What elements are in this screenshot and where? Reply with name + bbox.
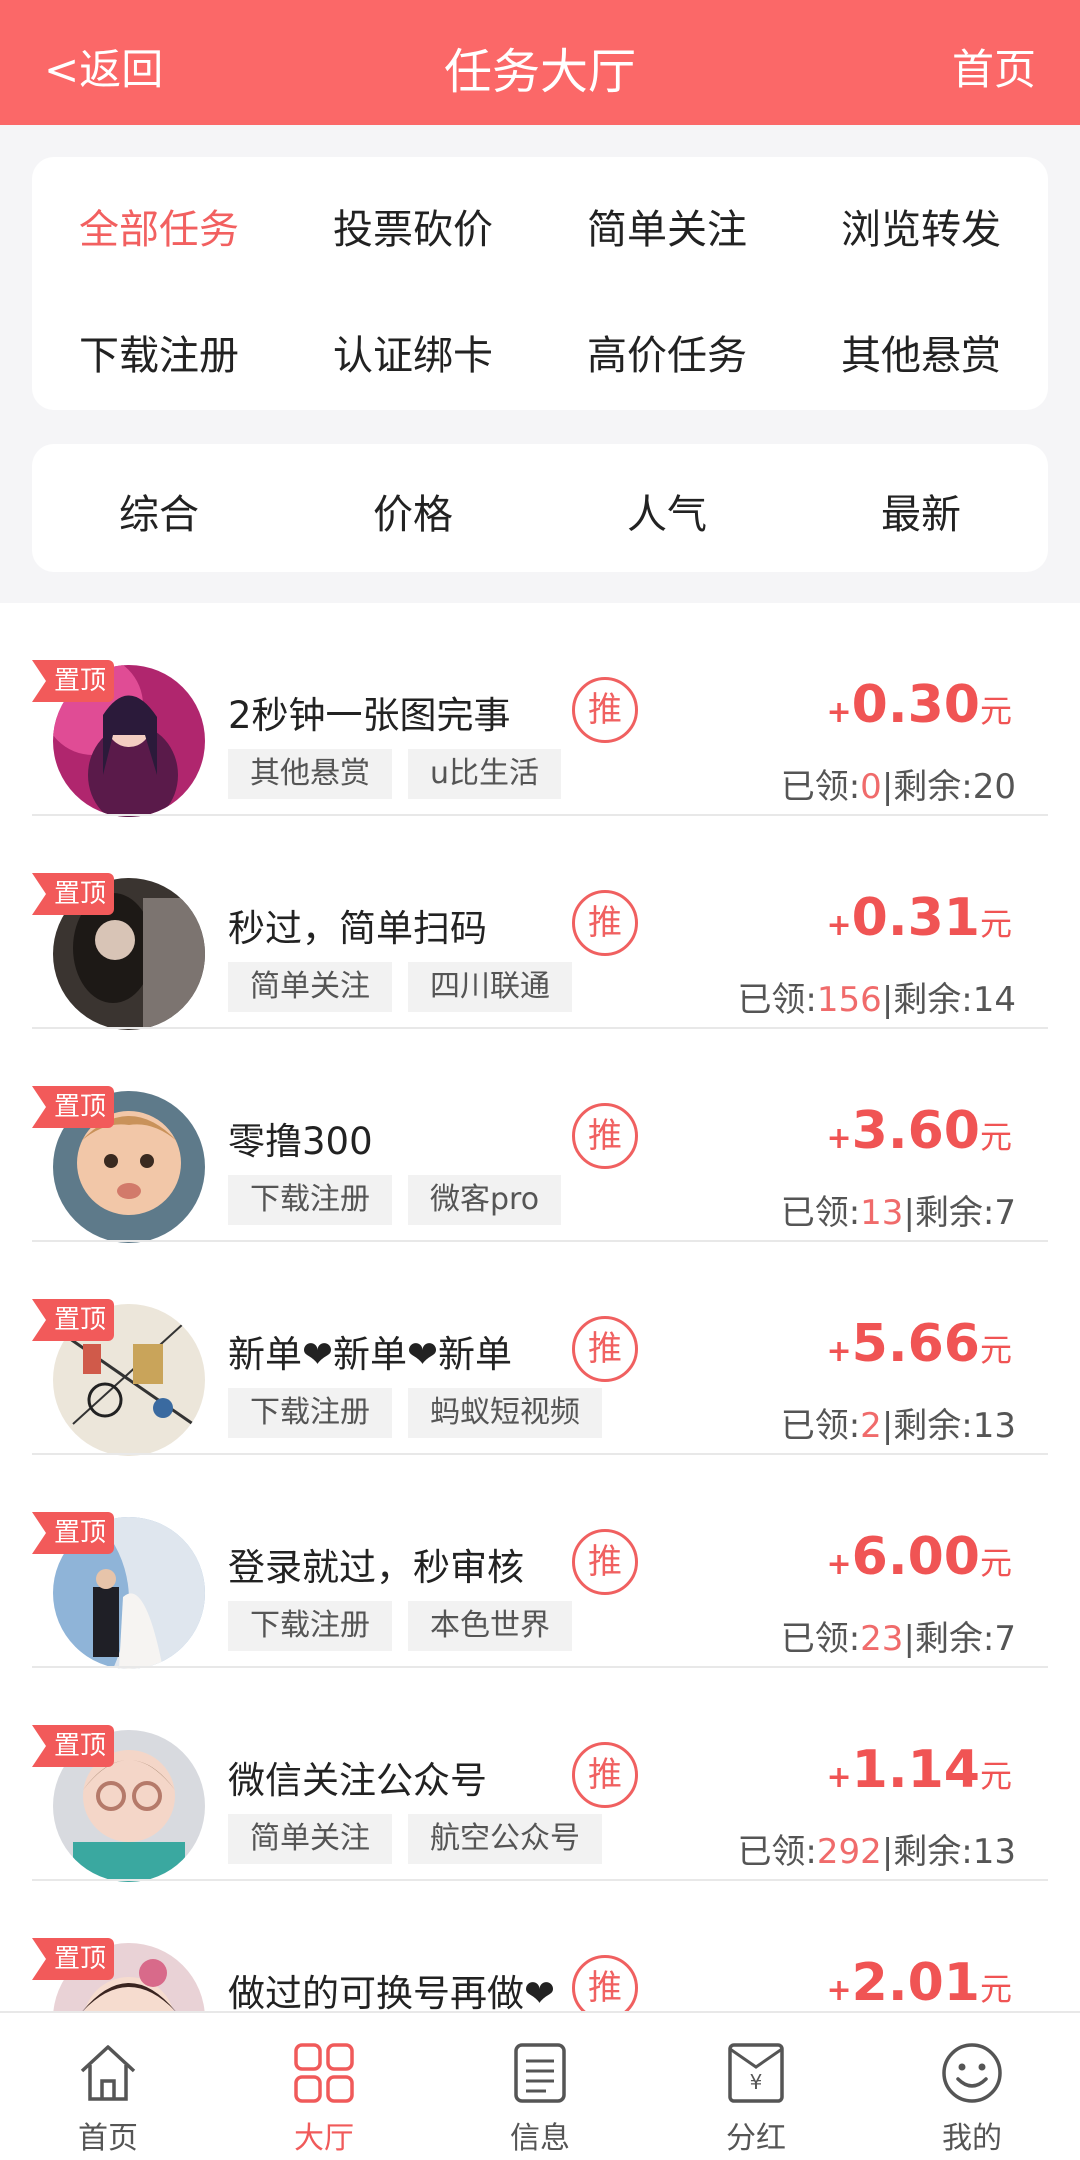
tab-label: 大厅 — [294, 2121, 354, 2156]
pinned-badge: 置顶 — [32, 1938, 115, 1980]
sort-price[interactable]: 价格 — [286, 482, 540, 540]
task-title: 2秒钟一张图完事 — [228, 694, 511, 737]
task-category-tag: 简单关注 — [228, 962, 392, 1012]
category-vote-bargain[interactable]: 投票砍价 — [286, 197, 540, 255]
task-title: 零撸300 — [228, 1120, 373, 1163]
task-item[interactable]: 置顶 秒过，简单扫码 简单关注 四川联通 推 +0.31元 已领:156|剩余:… — [0, 816, 1080, 1030]
recommend-badge: 推 — [572, 1529, 638, 1595]
task-stats: 已领:13|剩余:7 — [780, 1193, 1016, 1233]
task-item[interactable]: 置顶 新单❤新单❤新单 下载注册 蚂蚁短视频 推 +5.66元 已领:2|剩余:… — [0, 1242, 1080, 1456]
task-source-tag: 微客pro — [408, 1175, 562, 1225]
pinned-badge: 置顶 — [32, 1086, 115, 1128]
task-stats: 已领:2|剩余:13 — [780, 1406, 1016, 1446]
task-reward: +0.31元 — [826, 888, 1012, 948]
pinned-badge: 置顶 — [32, 660, 115, 702]
task-item[interactable]: 置顶 零撸300 下载注册 微客pro 推 +3.60元 已领:13|剩余:7 — [0, 1029, 1080, 1243]
tab-label: 分红 — [726, 2121, 786, 2156]
bottom-tab-bar: 首页 大厅 信息 ¥ 分红 我的 — [0, 2011, 1080, 2160]
category-browse-share[interactable]: 浏览转发 — [794, 197, 1048, 255]
category-simple-follow[interactable]: 简单关注 — [540, 197, 794, 255]
pinned-badge: 置顶 — [32, 873, 115, 915]
sort-overall[interactable]: 综合 — [32, 482, 286, 540]
task-title: 秒过，简单扫码 — [228, 907, 487, 950]
tab-label: 信息 — [510, 2121, 570, 2156]
app-header: <返回 任务大厅 首页 — [0, 0, 1080, 125]
task-title: 登录就过，秒审核 — [228, 1546, 524, 1589]
task-title: 微信关注公众号 — [228, 1759, 487, 1802]
task-source-tag: 四川联通 — [408, 962, 572, 1012]
task-reward: +3.60元 — [826, 1101, 1012, 1161]
task-reward: +6.00元 — [826, 1527, 1012, 1587]
recommend-badge: 推 — [572, 1955, 638, 2011]
pinned-badge: 置顶 — [32, 1512, 115, 1554]
task-category-tag: 下载注册 — [228, 1388, 392, 1438]
category-download-register[interactable]: 下载注册 — [32, 323, 286, 381]
task-category-tag: 简单关注 — [228, 1814, 392, 1864]
sort-bar: 综合 价格 人气 最新 — [32, 444, 1048, 572]
tab-hall[interactable]: 大厅 — [216, 2013, 432, 2160]
task-item[interactable]: 置顶 微信关注公众号 简单关注 航空公众号 推 +1.14元 已领:292|剩余… — [0, 1668, 1080, 1882]
task-source-tag: 本色世界 — [408, 1601, 572, 1651]
task-list: 置顶 2秒钟一张图完事 其他悬赏 u比生活 推 +0.30元 已领:0|剩余:2… — [0, 603, 1080, 2011]
document-icon — [514, 2043, 566, 2103]
category-other-reward[interactable]: 其他悬赏 — [794, 323, 1048, 381]
tab-messages[interactable]: 信息 — [432, 2013, 648, 2160]
recommend-badge: 推 — [572, 677, 638, 743]
tab-dividend[interactable]: ¥ 分红 — [648, 2013, 864, 2160]
sort-popularity[interactable]: 人气 — [540, 482, 794, 540]
home-icon — [80, 2045, 136, 2101]
task-reward: +0.30元 — [826, 675, 1012, 735]
task-stats: 已领:0|剩余:20 — [780, 767, 1016, 807]
pinned-badge: 置顶 — [32, 1299, 115, 1341]
pinned-badge: 置顶 — [32, 1725, 115, 1767]
sort-newest[interactable]: 最新 — [794, 482, 1048, 540]
category-all-tasks[interactable]: 全部任务 — [32, 197, 286, 255]
task-title: 新单❤新单❤新单 — [228, 1333, 513, 1376]
task-item[interactable]: 置顶 做过的可换号再做❤ 推 +2.01元 — [0, 1881, 1080, 2011]
task-stats: 已领:23|剩余:7 — [780, 1619, 1016, 1659]
recommend-badge: 推 — [572, 1103, 638, 1169]
task-stats: 已领:292|剩余:13 — [737, 1832, 1016, 1872]
svg-text:¥: ¥ — [750, 2070, 763, 2094]
task-source-tag: u比生活 — [408, 749, 562, 799]
category-panel: 全部任务 投票砍价 简单关注 浏览转发 下载注册 认证绑卡 高价任务 其他悬赏 — [32, 157, 1048, 410]
task-reward: +5.66元 — [826, 1314, 1012, 1374]
yen-envelope-icon: ¥ — [728, 2043, 784, 2103]
tab-home[interactable]: 首页 — [0, 2013, 216, 2160]
task-title: 做过的可换号再做❤ — [228, 1972, 556, 2011]
recommend-badge: 推 — [572, 1316, 638, 1382]
task-source-tag: 蚂蚁短视频 — [408, 1388, 602, 1438]
recommend-badge: 推 — [572, 1742, 638, 1808]
task-category-tag: 下载注册 — [228, 1601, 392, 1651]
task-source-tag: 航空公众号 — [408, 1814, 602, 1864]
tab-label: 我的 — [942, 2121, 1002, 2156]
tab-mine[interactable]: 我的 — [864, 2013, 1080, 2160]
home-button[interactable]: 首页 — [952, 36, 1036, 97]
recommend-badge: 推 — [572, 890, 638, 956]
task-category-tag: 其他悬赏 — [228, 749, 392, 799]
task-reward: +2.01元 — [826, 1953, 1012, 2011]
task-item[interactable]: 置顶 2秒钟一张图完事 其他悬赏 u比生活 推 +0.30元 已领:0|剩余:2… — [0, 603, 1080, 817]
task-reward: +1.14元 — [826, 1740, 1012, 1800]
task-item[interactable]: 置顶 登录就过，秒审核 下载注册 本色世界 推 +6.00元 已领:23|剩余:… — [0, 1455, 1080, 1669]
task-stats: 已领:156|剩余:14 — [737, 980, 1016, 1020]
grid-icon — [294, 2043, 354, 2103]
task-category-tag: 下载注册 — [228, 1175, 392, 1225]
category-high-price[interactable]: 高价任务 — [540, 323, 794, 381]
tab-label: 首页 — [78, 2121, 138, 2156]
category-verify-bind-card[interactable]: 认证绑卡 — [286, 323, 540, 381]
smiley-icon — [942, 2043, 1002, 2103]
page-title: 任务大厅 — [443, 44, 636, 100]
